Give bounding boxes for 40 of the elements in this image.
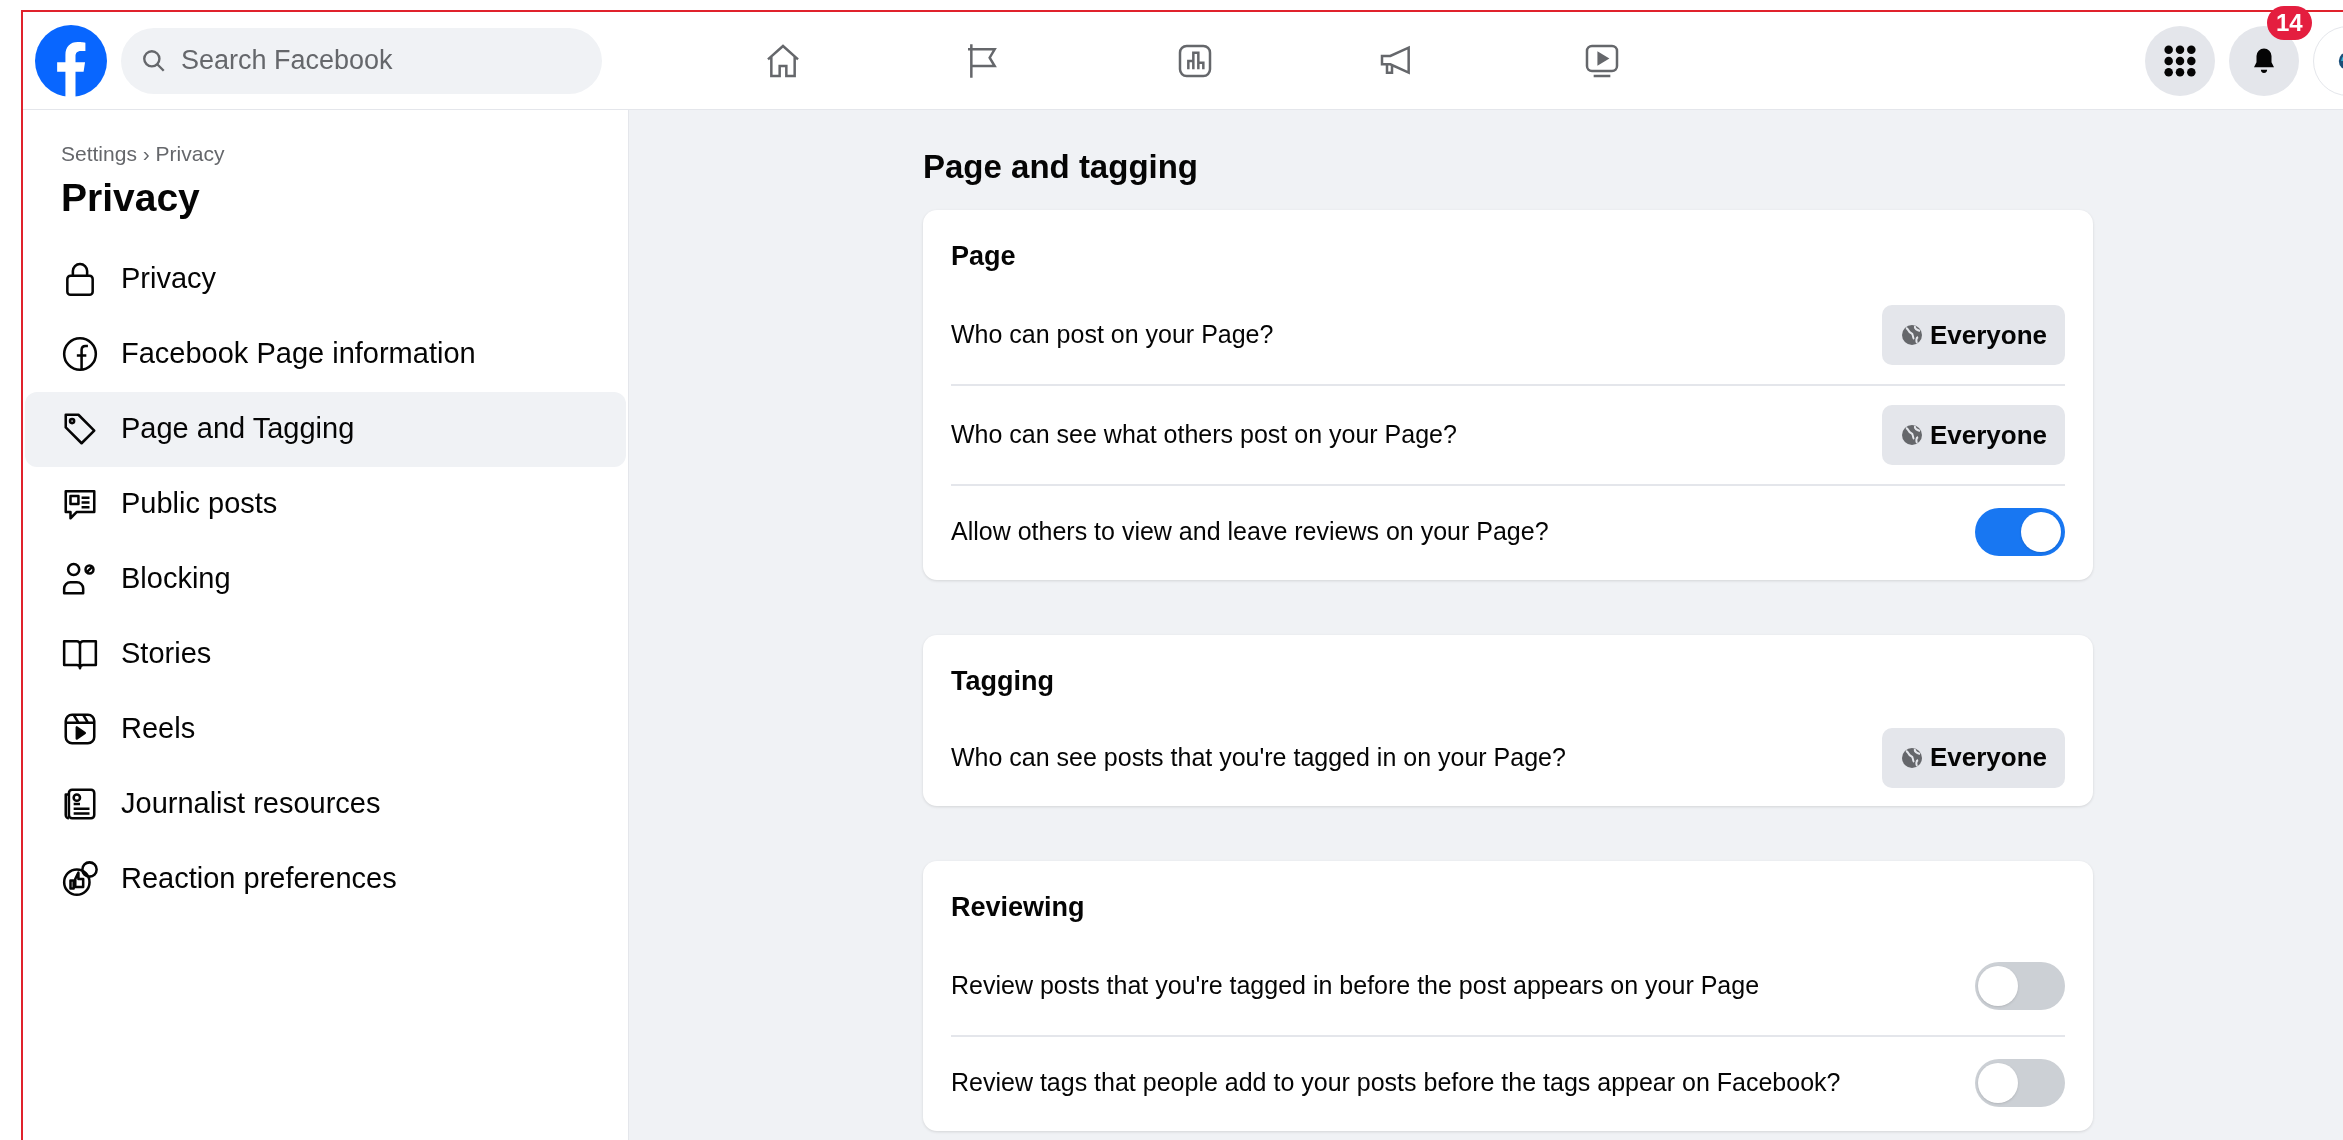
globe-icon xyxy=(1899,323,1924,347)
facebook-logo[interactable] xyxy=(35,24,107,97)
setting-label: Who can see what others post on your Page? xyxy=(951,419,1457,451)
globe-icon xyxy=(1899,745,1924,770)
setting-label: Allow others to view and leave reviews on your Page? xyxy=(951,516,1549,548)
sidebar-item[interactable]: Reaction preferences xyxy=(25,841,626,917)
facebook-icon xyxy=(61,335,99,373)
toggle-switch[interactable] xyxy=(1975,1059,2065,1107)
toggle-switch[interactable] xyxy=(1975,508,2065,556)
reaction-icon xyxy=(61,860,99,898)
sidebar-item[interactable]: Reels xyxy=(25,691,626,767)
grid-icon xyxy=(2163,43,2197,78)
card-title: Tagging xyxy=(951,665,1055,698)
audience-button[interactable]: Everyone xyxy=(1881,405,2065,465)
sidebar-item[interactable]: Blocking xyxy=(25,541,626,617)
reel-icon xyxy=(61,710,99,748)
breadcrumb: Settings › Privacy xyxy=(61,141,226,167)
setting-label: Who can post on your Page? xyxy=(951,319,1274,351)
notification-badge: 14 xyxy=(2267,5,2312,40)
sidebar-item[interactable]: Stories xyxy=(25,616,626,692)
page-heading: Page and tagging xyxy=(923,147,1200,187)
tag-icon xyxy=(61,410,99,448)
newspaper-icon xyxy=(61,785,99,823)
sidebar-item[interactable]: Public posts xyxy=(25,466,626,542)
audience-button[interactable]: Everyone xyxy=(1881,727,2065,788)
setting-label: Review posts that you're tagged in before the post appears on your Page xyxy=(951,970,1760,1002)
card-title: Page xyxy=(951,239,1017,273)
search-icon xyxy=(141,47,167,74)
sidebar-item[interactable]: Journalist resources xyxy=(25,766,626,842)
toggle-switch[interactable] xyxy=(1975,962,2065,1010)
setting-label: Review tags that people add to your posts before the tags appear on Facebook? xyxy=(951,1067,1841,1099)
sidebar-item[interactable]: Page and Tagging xyxy=(25,391,626,467)
sidebar-title: Privacy xyxy=(61,174,201,221)
setting-label: Who can see posts that you're tagged in on your Page? xyxy=(951,741,1566,773)
search-field[interactable]: Search Facebook xyxy=(121,27,602,94)
card-title: Reviewing xyxy=(951,890,1086,924)
audience-button[interactable]: Everyone xyxy=(1881,305,2065,365)
sidebar-item[interactable]: Privacy xyxy=(25,241,626,317)
sidebar-item[interactable]: Facebook Page information xyxy=(25,316,626,392)
globe-icon xyxy=(1899,423,1924,447)
